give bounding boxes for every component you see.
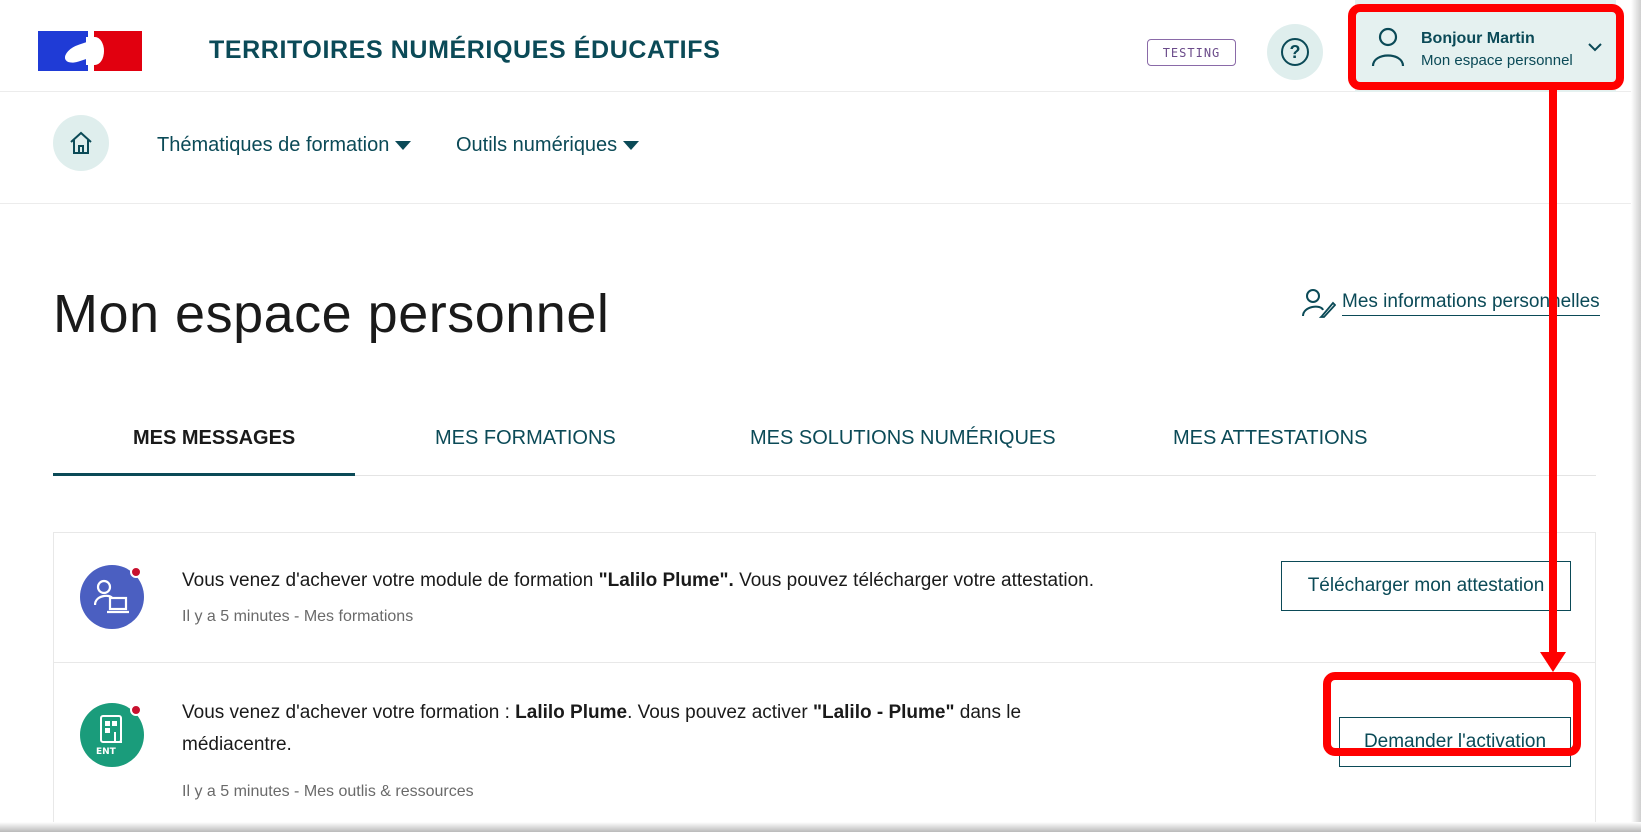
annotation-highlight-activation-button xyxy=(1323,672,1581,756)
caret-down-icon xyxy=(623,141,640,150)
message-item: Vous venez d'achever votre module de for… xyxy=(54,533,1595,663)
home-icon xyxy=(70,131,92,154)
annotation-highlight-user-menu xyxy=(1348,4,1624,90)
home-button[interactable] xyxy=(53,115,109,171)
main-navigation: Thématiques de formation Outils numériqu… xyxy=(0,92,1641,204)
message-meta: Il y a 5 minutes - Mes outlis & ressourc… xyxy=(182,783,474,800)
download-attestation-button[interactable]: Télécharger mon attestation xyxy=(1281,561,1571,611)
nav-thematiques-dropdown[interactable]: Thématiques de formation xyxy=(157,134,412,157)
environment-badge: TESTING xyxy=(1147,39,1236,66)
svg-text:ENT: ENT xyxy=(96,747,117,755)
user-edit-icon xyxy=(1302,289,1336,318)
annotation-arrowhead xyxy=(1540,652,1566,672)
tab-mes-solutions-numeriques[interactable]: MES SOLUTIONS NUMÉRIQUES xyxy=(750,427,1056,450)
tab-mes-formations[interactable]: MES FORMATIONS xyxy=(435,427,616,450)
notification-dot xyxy=(130,704,142,716)
user-laptop-icon xyxy=(80,565,144,629)
message-text: Vous venez d'achever votre formation : L… xyxy=(182,702,1022,755)
app-window: TERRITOIRES NUMÉRIQUES ÉDUCATIFS TESTING… xyxy=(0,0,1641,832)
message-meta: Il y a 5 minutes - Mes formations xyxy=(182,608,414,625)
tab-mes-messages[interactable]: MES MESSAGES xyxy=(133,427,295,450)
tab-bar: MES MESSAGES MES FORMATIONS MES SOLUTION… xyxy=(53,400,1596,476)
window-bottom-shadow xyxy=(0,822,1641,832)
site-title[interactable]: TERRITOIRES NUMÉRIQUES ÉDUCATIFS xyxy=(209,36,720,65)
question-circle-icon: ? xyxy=(1281,38,1309,66)
help-button[interactable]: ? xyxy=(1267,24,1323,80)
republique-francaise-logo[interactable] xyxy=(38,31,142,71)
annotation-arrow-line xyxy=(1549,90,1557,660)
active-tab-indicator xyxy=(53,473,355,476)
window-edge-shadow xyxy=(1631,0,1641,832)
ent-icon: ENT xyxy=(80,703,144,767)
nav-item-label: Outils numériques xyxy=(456,134,618,156)
page-title: Mon espace personnel xyxy=(53,284,610,344)
message-text: Vous venez d'achever votre module de for… xyxy=(182,570,1094,591)
personal-info-link-label: Mes informations personnelles xyxy=(1342,291,1600,316)
nav-item-label: Thématiques de formation xyxy=(157,134,390,156)
notification-dot xyxy=(130,566,142,578)
nav-outils-dropdown[interactable]: Outils numériques xyxy=(456,134,640,157)
tab-mes-attestations[interactable]: MES ATTESTATIONS xyxy=(1173,427,1367,450)
caret-down-icon xyxy=(395,141,412,150)
